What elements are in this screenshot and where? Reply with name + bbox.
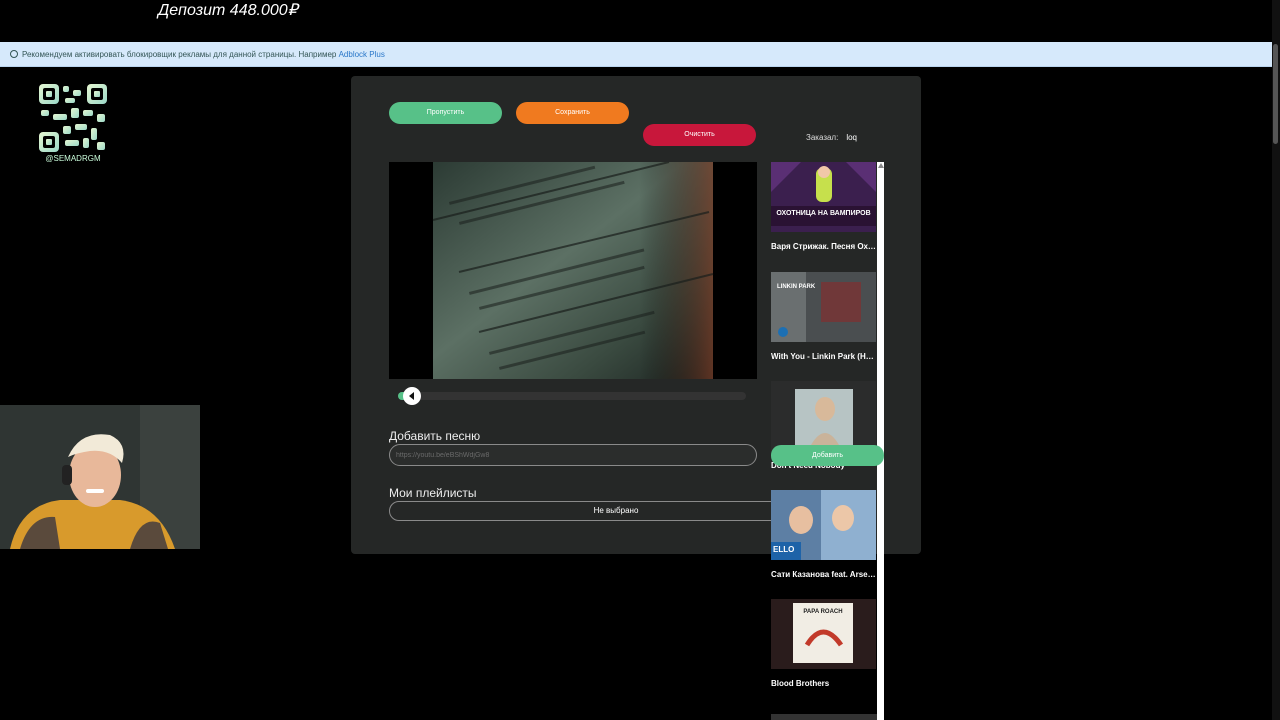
queue-scrollbar[interactable] <box>877 162 884 720</box>
ordered-user: loq <box>846 133 858 142</box>
queue-add-button[interactable]: Добавить <box>771 445 884 466</box>
adblock-link[interactable]: Adblock Plus <box>339 50 385 59</box>
page-scrollbar-thumb[interactable] <box>1273 44 1278 144</box>
queue-item-title: Варя Стрижак. Песня Охотницы на вампиров <box>771 242 877 251</box>
queue-thumbnail: ОХОТНИЦА НА ВАМПИРОВ <box>771 162 876 232</box>
queue-item-title: With You - Linkin Park (HD Video) <box>771 352 877 361</box>
queue-thumbnail: LINKIN PARK <box>771 272 876 342</box>
volume-knob-icon[interactable] <box>403 387 421 405</box>
queue-thumbnail: ELLO <box>771 490 876 560</box>
save-button[interactable]: Сохранить <box>516 102 629 124</box>
adblock-notice: Рекомендуем активировать блокировщик рек… <box>0 42 1272 67</box>
qr-code <box>39 84 107 152</box>
queue-item-title: Blood Brothers <box>771 679 830 688</box>
queue-thumb-text: LINKIN PARK <box>777 284 816 290</box>
webcam-overlay <box>0 405 200 549</box>
queue-thumb-text: ОХОТНИЦА НА ВАМПИРОВ <box>776 210 871 217</box>
queue-list[interactable]: ОХОТНИЦА НА ВАМПИРОВ Варя Стрижак. Песня… <box>771 162 877 720</box>
skip-button[interactable]: Пропустить <box>389 102 502 124</box>
add-song-label: Добавить песню <box>389 429 481 443</box>
queue-item[interactable]: LINKIN PARK With You - Linkin Park (HD V… <box>771 272 877 361</box>
block-icon <box>10 50 18 58</box>
video-player[interactable] <box>389 162 757 379</box>
adblock-text: Рекомендуем активировать блокировщик рек… <box>22 50 339 59</box>
playlist-selected: Не выбрано <box>593 506 639 515</box>
queue-thumbnail: PAPA ROACH <box>771 599 876 669</box>
deposit-overlay: Депозит 448.000₽ <box>158 2 298 19</box>
playlists-label: Мои плейлисты <box>389 486 477 500</box>
queue-thumb-text: PAPA ROACH <box>803 609 843 615</box>
queue-item-title: Сати Казанова feat. Arsenium <box>771 570 877 579</box>
queue-item-partial <box>771 714 877 720</box>
ordered-label: Заказал: <box>806 133 839 142</box>
player-progress-track[interactable] <box>398 392 746 400</box>
clear-button[interactable]: Очистить <box>643 124 756 146</box>
ordered-by: Заказал: loq <box>806 133 857 142</box>
queue-thumb-text: ELLO <box>773 545 795 554</box>
queue-thumbnail <box>771 381 876 451</box>
add-song-input[interactable] <box>389 444 757 466</box>
queue-item[interactable]: ОХОТНИЦА НА ВАМПИРОВ Варя Стрижак. Песня… <box>771 162 877 251</box>
queue-item[interactable]: PAPA ROACH Blood Brothers <box>771 599 877 688</box>
queue-item[interactable]: ELLO Сати Казанова feat. Arsenium <box>771 490 877 579</box>
streamer-handle: @SEMADRGM <box>45 154 101 163</box>
